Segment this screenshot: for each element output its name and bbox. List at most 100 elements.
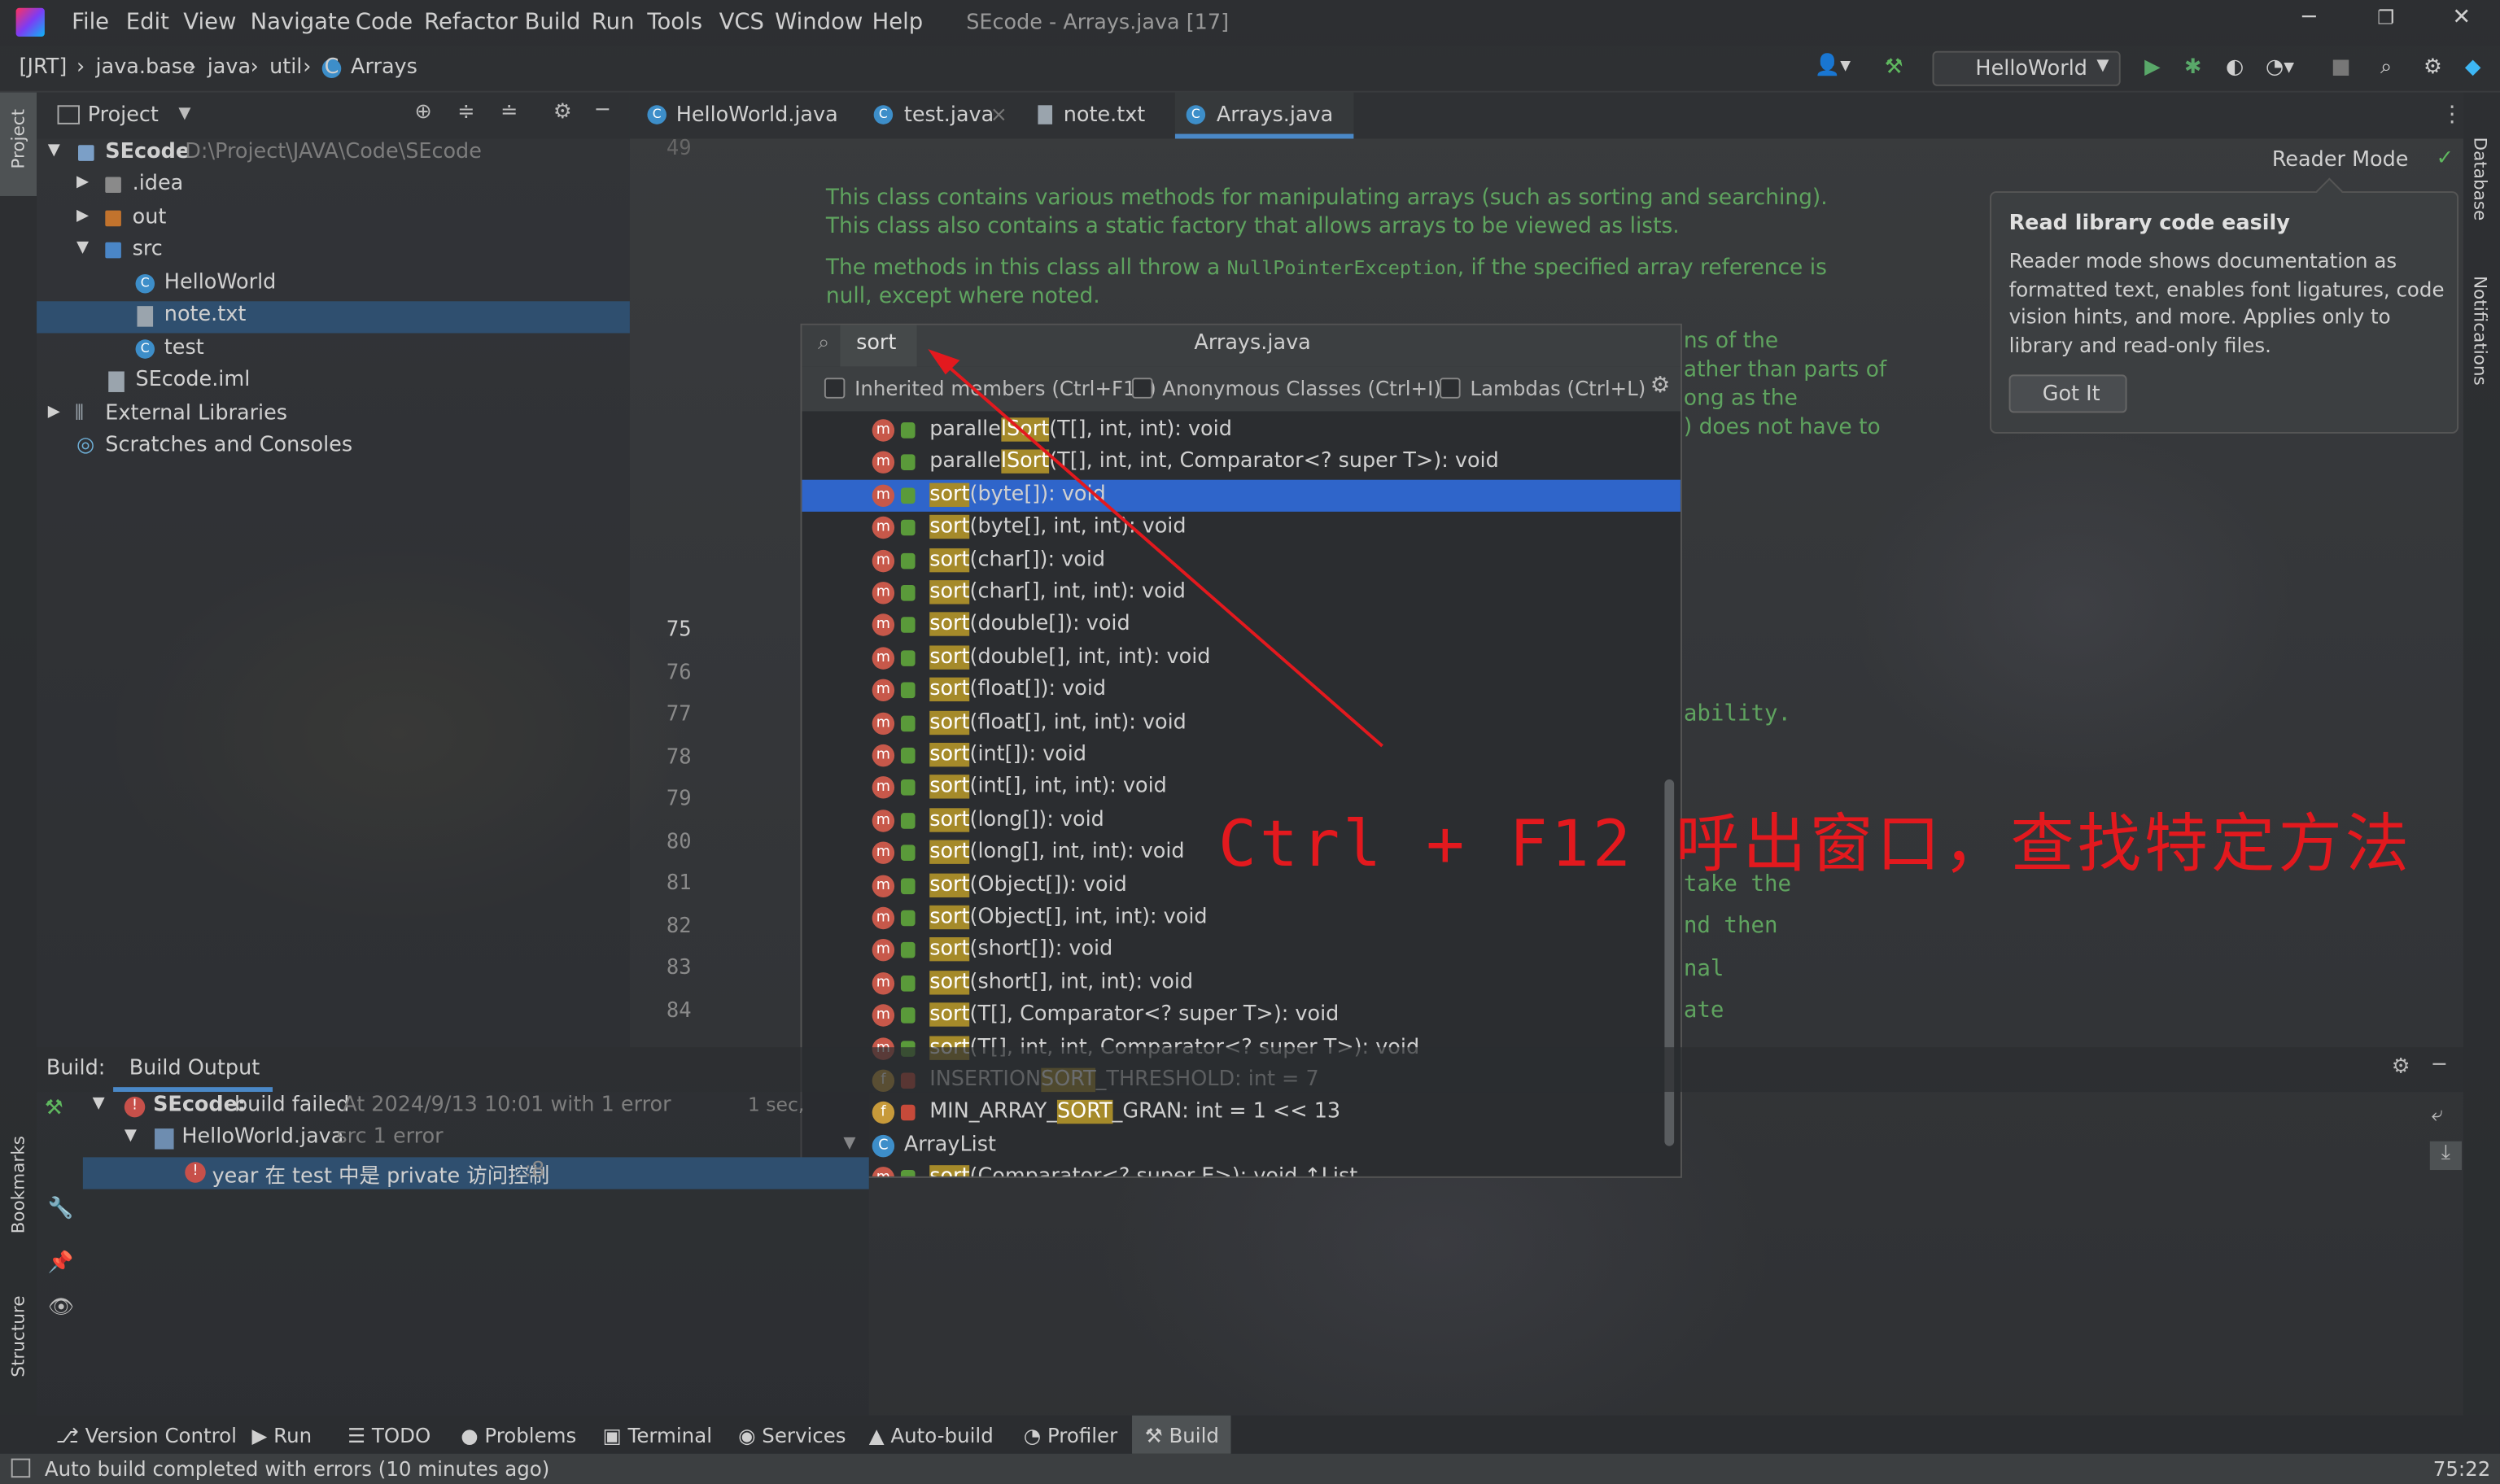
tree-item-idea[interactable]: ▶ .idea	[37, 171, 630, 203]
tree-item-scratches[interactable]: ◎ Scratches and Consoles	[37, 432, 630, 464]
line-number: 84	[666, 999, 692, 1024]
tool-problems[interactable]: ● Problems	[461, 1424, 576, 1447]
structure-strip-label[interactable]: Structure	[8, 1295, 28, 1377]
lambdas-checkbox[interactable]: Lambdas (Ctrl+L)	[1440, 376, 1646, 400]
profiler-icon[interactable]: ◔▾	[2266, 56, 2294, 80]
reader-mode-label[interactable]: Reader Mode	[2272, 148, 2409, 172]
notifications-strip-label[interactable]: Notifications	[2470, 276, 2490, 386]
menu-edit[interactable]: Edit	[126, 10, 169, 35]
status-message[interactable]: Auto build completed with errors (10 min…	[45, 1457, 549, 1481]
menu-window[interactable]: Window	[775, 10, 863, 35]
menu-run[interactable]: Run	[592, 10, 635, 35]
breadcrumb-java[interactable]: java	[208, 56, 251, 80]
structure-item-label: sort(Object[]): void	[929, 872, 1127, 897]
tab-build-output[interactable]: Build Output	[113, 1047, 273, 1093]
caret-position[interactable]: 75:22	[2433, 1457, 2491, 1481]
menu-build[interactable]: Build	[525, 10, 581, 35]
menu-help[interactable]: Help	[872, 10, 924, 35]
gear-icon[interactable]: ⚙	[2392, 1055, 2410, 1079]
minimize-icon[interactable]: ─	[2302, 5, 2316, 30]
class-icon: C	[647, 105, 667, 124]
debug-icon[interactable]: ✱	[2184, 56, 2201, 80]
toolbox-icon[interactable]: ◆	[2465, 56, 2481, 80]
tree-item-secode[interactable]: ▼ SEcode D:\Project\JAVA\Code\SEcode	[37, 138, 630, 170]
tree-item-helloworld[interactable]: C HelloWorld	[37, 269, 630, 301]
wrench-icon[interactable]: 🔧	[48, 1197, 74, 1220]
tool-auto-build[interactable]: ▲ Auto-build	[869, 1424, 994, 1447]
bookmarks-strip-label[interactable]: Bookmarks	[8, 1136, 28, 1233]
gear-icon[interactable]: ⚙	[1650, 373, 1671, 398]
structure-item[interactable]: m sort(Object[], int, int): void	[802, 902, 1681, 934]
tool-build[interactable]: ⚒ Build	[1132, 1415, 1231, 1454]
structure-item[interactable]: m sort(short[], int, int): void	[802, 967, 1681, 999]
gear-icon[interactable]: ⚙	[553, 100, 572, 124]
tool-terminal[interactable]: ▣ Terminal	[603, 1424, 712, 1447]
database-strip-label[interactable]: Database	[2470, 137, 2490, 220]
tree-item-secode-iml[interactable]: SEcode.iml	[37, 367, 630, 399]
breadcrumb-util[interactable]: util	[269, 56, 302, 80]
tab-note-txt[interactable]: note.txt	[1029, 93, 1169, 139]
search-icon[interactable]: ⌕	[2380, 56, 2392, 80]
build-row-file[interactable]: ▼ HelloWorld.java src 1 error	[37, 1124, 869, 1155]
expand-all-icon[interactable]: ≑	[457, 100, 474, 124]
chevron-down-icon[interactable]: ▼	[178, 105, 190, 123]
structure-item[interactable]: ▼ C ArrayList	[802, 1130, 1681, 1162]
tree-item-note-txt[interactable]: note.txt	[37, 301, 630, 334]
settings-gear-icon[interactable]: ⚙	[2424, 56, 2442, 80]
tree-item-out[interactable]: ▶ out	[37, 204, 630, 236]
locate-icon[interactable]: ⊕	[414, 100, 431, 124]
got-it-button[interactable]: Got It	[2008, 374, 2127, 413]
restore-icon[interactable]: ❐	[2377, 7, 2394, 28]
scroll-to-end-icon[interactable]: ⤓	[2429, 1141, 2462, 1171]
visibility-icon	[900, 1105, 916, 1122]
menu-navigate[interactable]: Navigate	[251, 10, 351, 35]
stop-icon[interactable]: ■	[2331, 56, 2350, 80]
collapse-all-icon[interactable]: ≐	[500, 100, 518, 124]
tool-services[interactable]: ◉ Services	[738, 1424, 846, 1447]
structure-item[interactable]: m sort(Comparator<? super E>): void ↑List	[802, 1163, 1681, 1176]
soft-wrap-icon[interactable]: ⤶	[2432, 1103, 2443, 1127]
build-row-project[interactable]: ▼ ! SEcode: build failed At 2024/9/13 10…	[37, 1092, 869, 1124]
run-config-selector[interactable]: HelloWorld ▼	[1932, 50, 2121, 86]
user-icon[interactable]: 👤▾	[1815, 55, 1851, 78]
run-icon[interactable]: ▶	[2144, 56, 2161, 80]
coverage-icon[interactable]: ◐	[2226, 56, 2244, 80]
hammer-icon[interactable]: ⚒	[1885, 56, 1903, 80]
pin-icon[interactable]: 📌	[48, 1251, 74, 1275]
tree-item-src[interactable]: ▼ src	[37, 236, 630, 268]
hide-icon[interactable]: ─	[597, 98, 609, 122]
hammer-icon[interactable]: ⚒	[45, 1097, 63, 1120]
tab-arrays-java[interactable]: C Arrays.java	[1174, 92, 1354, 139]
tool-version-control[interactable]: ⎇ Version Control	[56, 1424, 237, 1447]
tree-item-external-libraries[interactable]: ▶ ⫴ External Libraries	[37, 400, 630, 432]
menu-refactor[interactable]: Refactor	[424, 10, 518, 35]
structure-item[interactable]: m sort(short[]): void	[802, 935, 1681, 967]
tool-todo[interactable]: ☰ TODO	[347, 1424, 431, 1447]
tab-helloworld-java[interactable]: C HelloWorld.java	[640, 93, 856, 139]
status-window-icon[interactable]	[11, 1458, 31, 1478]
more-options-icon[interactable]: ⋮	[2441, 102, 2463, 127]
menu-file[interactable]: File	[72, 10, 109, 35]
structure-item[interactable]: m sort(T[], Comparator<? super T>): void	[802, 1000, 1681, 1032]
structure-item[interactable]: f MIN_ARRAY_SORT_GRAN: int = 1 << 13	[802, 1098, 1681, 1129]
breadcrumb-jrt[interactable]: [JRT]	[20, 56, 68, 80]
project-panel-title[interactable]: Project	[88, 103, 159, 127]
tree-item-test[interactable]: C test	[37, 334, 630, 366]
line-number: 78	[666, 745, 692, 770]
build-row-error[interactable]: ! year 在 test 中是 private 访问控制 :8	[82, 1157, 869, 1189]
tree-item-label: test	[164, 336, 204, 360]
eye-icon[interactable]: 👁	[48, 1296, 74, 1320]
tab-test-java[interactable]: C test.java ×	[866, 93, 1012, 139]
breadcrumb-arrays[interactable]: Arrays	[351, 56, 417, 80]
project-strip-label[interactable]: Project	[8, 109, 28, 169]
menu-view[interactable]: View	[183, 10, 236, 35]
menu-code[interactable]: Code	[356, 10, 413, 35]
tool-run[interactable]: ▶ Run	[252, 1424, 312, 1447]
tool-profiler[interactable]: ◔ Profiler	[1024, 1424, 1117, 1447]
menu-vcs[interactable]: VCS	[719, 10, 764, 35]
hide-icon[interactable]: ─	[2433, 1054, 2445, 1077]
menu-tools[interactable]: Tools	[647, 10, 702, 35]
close-icon[interactable]: ✕	[2452, 5, 2471, 30]
breadcrumb-java-base[interactable]: java.base	[96, 56, 195, 80]
close-icon[interactable]: ×	[990, 103, 1007, 127]
